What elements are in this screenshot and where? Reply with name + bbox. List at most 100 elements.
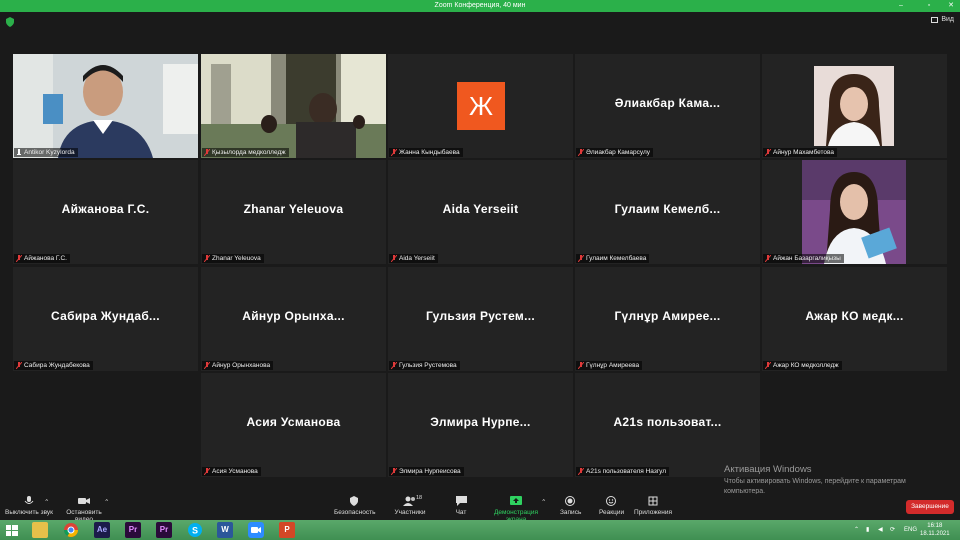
network-icon[interactable]: ▮: [866, 520, 869, 540]
participant-tile[interactable]: Гүлнұр Амирее... Гүлнұр Амиреева: [575, 267, 760, 371]
microphone-icon: [24, 496, 34, 504]
participants-count: 18: [416, 495, 423, 501]
minimize-button[interactable]: –: [894, 0, 908, 12]
participant-name: Қызылорда медколледж: [202, 148, 289, 157]
share-options-chevron-icon[interactable]: ⌃: [541, 498, 546, 506]
participant-tile[interactable]: Гульзия Рустем... Гульзия Рустемова: [388, 267, 573, 371]
participant-display-name: A21s пользоват...: [613, 415, 722, 429]
share-screen-button[interactable]: Демонстрация экрана: [484, 496, 548, 523]
security-button[interactable]: Безопасность: [334, 496, 375, 516]
avatar: Ж: [457, 82, 505, 130]
participant-display-name: Айжанова Г.С.: [61, 202, 150, 216]
participant-name: Әлиакбар Камарсулу: [576, 148, 654, 157]
video-options-chevron-icon[interactable]: ⌃: [104, 498, 109, 506]
mic-muted-icon: [204, 149, 210, 156]
video-feed: [201, 54, 386, 158]
audio-options-chevron-icon[interactable]: ⌃: [44, 498, 49, 506]
participant-tile[interactable]: Ж Жанна Кындыбаева: [388, 54, 573, 158]
participant-name: Элмира Нурпеисова: [389, 467, 464, 476]
close-button[interactable]: ✕: [944, 0, 958, 12]
pin-icon: [17, 149, 21, 155]
participant-display-name: Zhanar Yeleuova: [243, 202, 344, 216]
word-icon[interactable]: W: [217, 522, 233, 538]
mic-muted-icon: [578, 362, 584, 369]
premiere-icon[interactable]: Pr: [125, 522, 141, 538]
video-camera-icon: [78, 498, 90, 504]
after-effects-icon[interactable]: Ae: [94, 522, 110, 538]
end-meeting-button[interactable]: Завершение: [906, 500, 954, 514]
avatar: [802, 160, 906, 264]
participant-display-name: Гульзия Рустем...: [426, 309, 535, 323]
participant-tile[interactable]: Қызылорда медколледж: [201, 54, 386, 158]
participant-display-name: Асия Усманова: [246, 415, 341, 429]
stop-video-button[interactable]: Остановить видео: [58, 496, 110, 523]
mic-muted-icon: [204, 468, 210, 475]
avatar: [814, 66, 894, 146]
grid-icon: [931, 16, 939, 23]
sync-icon[interactable]: ⟳: [890, 520, 895, 540]
volume-icon[interactable]: ◀: [878, 520, 883, 540]
participant-tile[interactable]: Ажар КО медк... Ажар КО медколледж: [762, 267, 947, 371]
participant-tile[interactable]: Элмира Нурпе... Элмира Нурпеисова: [388, 373, 573, 477]
mic-muted-icon: [391, 468, 397, 475]
participant-tile[interactable]: Айнур Махамбетова: [762, 54, 947, 158]
participant-display-name: Гулаим Кемелб...: [614, 202, 721, 216]
participant-tile[interactable]: Antikor Kyzylorda: [13, 54, 198, 158]
system-clock[interactable]: 16:18 18.11.2021: [920, 522, 950, 538]
view-label: Вид: [941, 16, 954, 23]
record-button[interactable]: Запись: [560, 496, 581, 516]
windows-start-icon[interactable]: [4, 522, 20, 538]
participant-tile[interactable]: Айжан Базаргалиқызы: [762, 160, 947, 264]
chat-button[interactable]: Чат: [453, 496, 469, 516]
skype-icon[interactable]: S: [187, 522, 203, 538]
maximize-button[interactable]: ▫: [922, 0, 936, 12]
mic-muted-icon: [204, 362, 210, 369]
window-titlebar: Zoom Конференция, 40 мин – ▫ ✕: [0, 0, 960, 12]
windows-taskbar: Ae Pr Pr S W P ⌃ ▮ ◀ ⟳ ENG 16:18 18.11.2…: [0, 520, 960, 540]
participant-tile[interactable]: Айнур Орынха... Айнур Орынханова: [201, 267, 386, 371]
mic-muted-icon: [16, 362, 22, 369]
video-feed: [13, 54, 198, 158]
participant-name: Асия Усманова: [202, 467, 261, 476]
participant-tile[interactable]: Гулаим Кемелб... Гулаим Кемелбаева: [575, 160, 760, 264]
mic-muted-icon: [765, 362, 771, 369]
participant-name: Ажар КО медколледж: [763, 361, 842, 370]
participant-name: Гульзия Рустемова: [389, 361, 460, 370]
chat-icon: [455, 496, 467, 506]
shield-icon[interactable]: [5, 17, 15, 27]
meeting-topbar: Вид: [0, 12, 960, 34]
apps-button[interactable]: Приложения: [634, 496, 672, 516]
mic-muted-icon: [391, 362, 397, 369]
chrome-icon[interactable]: [63, 522, 79, 538]
record-icon: [565, 496, 575, 506]
view-button[interactable]: Вид: [931, 16, 954, 23]
language-indicator[interactable]: ENG: [904, 520, 917, 540]
participant-tile[interactable]: A21s пользоват... A21s пользователя Назг…: [575, 373, 760, 477]
mic-muted-icon: [578, 468, 584, 475]
participant-tile[interactable]: Сабира Жундаб... Сабира Жундабекова: [13, 267, 198, 371]
participant-tile[interactable]: Zhanar Yeleuova Zhanar Yeleuova: [201, 160, 386, 264]
participant-name: Aida Yerseiit: [389, 254, 438, 263]
svg-text:S: S: [192, 526, 198, 536]
meeting-toolbar: Выключить звук ⌃ Остановить видео ⌃ Безо…: [0, 494, 960, 523]
mic-muted-icon: [765, 149, 771, 156]
smile-icon: [606, 496, 616, 506]
participant-name: Zhanar Yeleuova: [202, 254, 264, 263]
powerpoint-icon[interactable]: P: [279, 522, 295, 538]
participant-display-name: Aida Yerseiit: [442, 202, 519, 216]
activation-title: Активация Windows: [724, 464, 812, 475]
participant-name: Гүлнұр Амиреева: [576, 361, 643, 370]
participant-tile[interactable]: Асия Усманова Асия Усманова: [201, 373, 386, 477]
premiere-icon-2[interactable]: Pr: [156, 522, 172, 538]
participant-tile[interactable]: Aida Yerseiit Aida Yerseiit: [388, 160, 573, 264]
windows-activation-watermark: Активация Windows Чтобы активировать Win…: [724, 464, 906, 497]
mic-muted-icon: [391, 255, 397, 262]
file-explorer-icon[interactable]: [32, 522, 48, 538]
reactions-button[interactable]: Реакции: [599, 496, 624, 516]
zoom-icon[interactable]: [248, 522, 264, 538]
participant-tile[interactable]: Айжанова Г.С. Айжанова Г.С.: [13, 160, 198, 264]
clock-date: 18.11.2021: [920, 531, 950, 537]
tray-up-icon[interactable]: ⌃: [854, 520, 859, 540]
participant-tile[interactable]: Әлиакбар Кама... Әлиакбар Камарсулу: [575, 54, 760, 158]
participant-display-name: Әлиакбар Кама...: [614, 96, 721, 110]
